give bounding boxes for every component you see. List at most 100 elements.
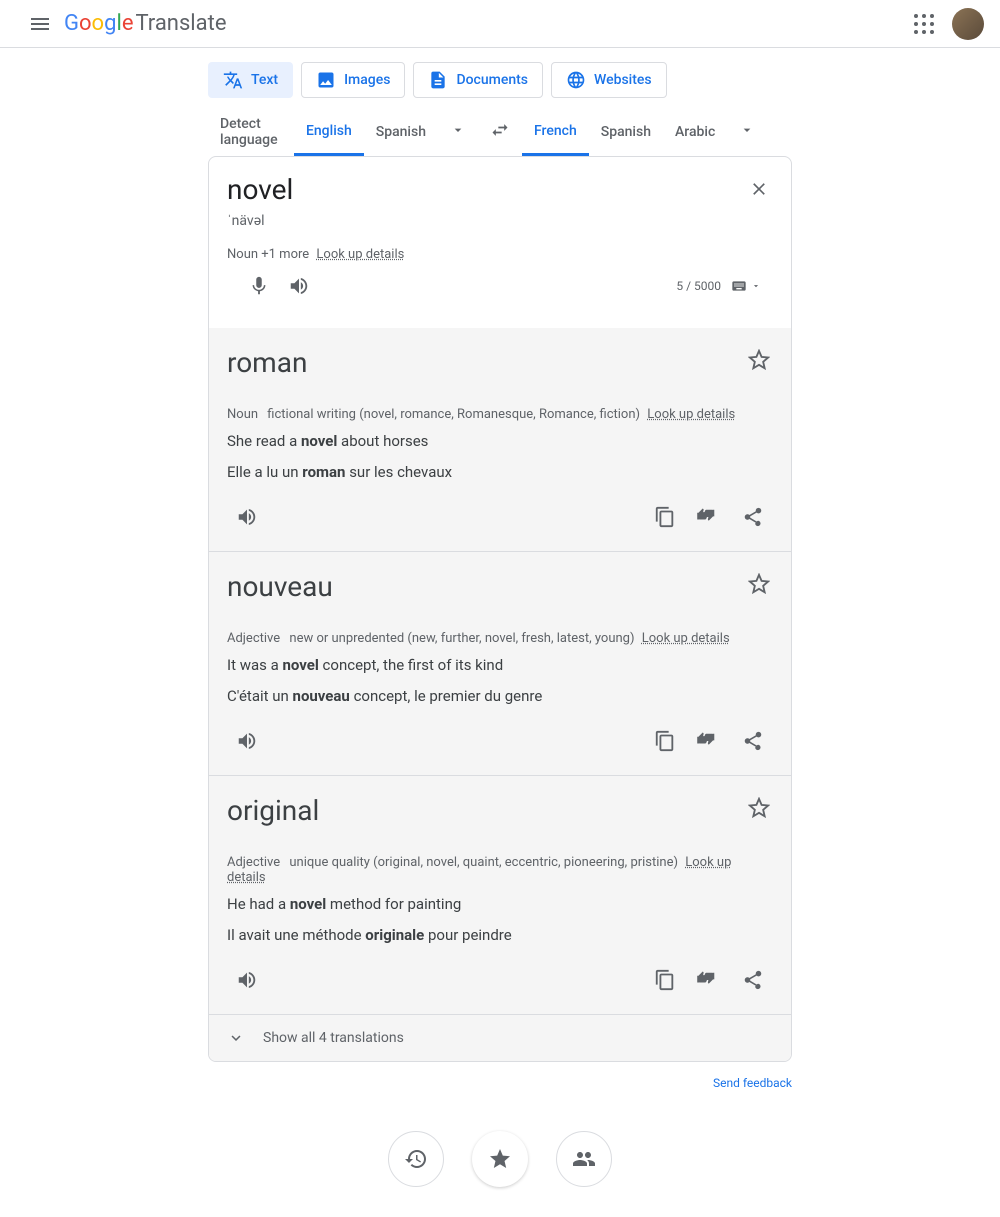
star-outline-icon [748,797,770,819]
source-text-input[interactable]: novel [227,173,773,206]
swap-languages-button[interactable] [478,108,522,156]
keyboard-icon [729,278,749,294]
listen-source-button[interactable] [279,266,319,306]
target-lang-french[interactable]: French [522,108,589,156]
star-icon [488,1147,512,1171]
rate-translation-button[interactable] [689,497,729,537]
send-feedback-link[interactable]: Send feedback [713,1076,792,1090]
source-lang-detect[interactable]: Detect language [208,108,294,156]
source-lang-english[interactable]: English [294,108,364,156]
lookup-details-link[interactable]: Look up details [642,631,730,646]
source-lang-more[interactable] [438,110,478,154]
apps-grid-icon [914,14,934,34]
part-of-speech: Noun [227,407,258,422]
source-lang-spanish[interactable]: Spanish [364,108,438,156]
copy-icon [654,730,676,752]
save-translation-button[interactable] [741,342,777,378]
keyboard-button[interactable] [729,278,761,294]
microphone-icon [248,275,270,297]
source-text-panel: novel ˈnävəl Noun +1 more Look up detail… [209,157,791,328]
share-icon [742,969,764,991]
mode-tab-documents[interactable]: Documents [413,62,543,98]
chevron-down-icon [751,281,761,291]
source-pronunciation: ˈnävəl [227,212,773,229]
image-icon [316,70,336,90]
google-logo-text: Google [64,11,133,36]
character-count: 5 / 5000 [676,279,721,293]
source-pos-summary: Noun +1 more [227,247,309,262]
copy-icon [654,969,676,991]
speaker-icon [236,730,258,752]
definition-text: new or unpredented (new, further, novel,… [289,631,634,646]
definition-text: fictional writing (novel, romance, Roman… [267,407,640,422]
example-english: He had a novel method for painting [227,893,773,916]
people-icon [572,1147,596,1171]
google-translate-logo[interactable]: Google Translate [64,11,226,36]
document-icon [428,70,448,90]
globe-icon [566,70,586,90]
close-icon [749,179,769,199]
history-icon [404,1147,428,1171]
translation-result: original Adjective unique quality (origi… [209,775,791,1014]
copy-translation-button[interactable] [645,497,685,537]
target-lang-arabic[interactable]: Arabic [663,108,727,156]
save-translation-button[interactable] [741,566,777,602]
mode-tab-images-label: Images [344,72,390,88]
copy-icon [654,506,676,528]
swap-icon [490,120,510,140]
clear-source-button[interactable] [741,171,777,207]
hamburger-icon [28,12,52,36]
rate-translation-button[interactable] [689,721,729,761]
listen-translation-button[interactable] [227,721,267,761]
history-button[interactable] [388,1131,444,1187]
translation-word: roman [227,346,773,379]
rate-translation-button[interactable] [689,960,729,1000]
speaker-icon [236,969,258,991]
main-menu-button[interactable] [16,0,64,48]
mode-tab-websites-label: Websites [594,72,652,88]
example-english: She read a novel about horses [227,430,773,453]
copy-translation-button[interactable] [645,721,685,761]
mode-tab-documents-label: Documents [456,72,528,88]
listen-translation-button[interactable] [227,960,267,1000]
example-french: C'était un nouveau concept, le premier d… [227,685,773,708]
show-all-translations-button[interactable]: Show all 4 translations [209,1014,791,1061]
part-of-speech: Adjective [227,855,280,870]
mode-tab-text[interactable]: Text [208,62,293,98]
saved-button[interactable] [472,1131,528,1187]
target-lang-spanish[interactable]: Spanish [589,108,663,156]
translation-result: nouveau Adjective new or unpredented (ne… [209,551,791,775]
translation-result: roman Noun fictional writing (novel, rom… [209,328,791,551]
thumbs-icon [696,507,722,527]
save-translation-button[interactable] [741,790,777,826]
mode-tab-images[interactable]: Images [301,62,405,98]
star-outline-icon [748,349,770,371]
mode-tab-websites[interactable]: Websites [551,62,667,98]
lookup-details-link[interactable]: Look up details [647,407,735,422]
translation-word: nouveau [227,570,773,603]
speaker-icon [288,275,310,297]
target-lang-more[interactable] [727,110,767,154]
example-french: Il avait une méthode originale pour pein… [227,924,773,947]
voice-input-button[interactable] [239,266,279,306]
chevron-down-icon [227,1029,245,1047]
listen-translation-button[interactable] [227,497,267,537]
star-outline-icon [748,573,770,595]
share-translation-button[interactable] [733,721,773,761]
chevron-down-icon [450,122,466,138]
thumbs-icon [696,970,722,990]
source-lookup-link[interactable]: Look up details [316,247,404,262]
share-translation-button[interactable] [733,960,773,1000]
example-french: Elle a lu un roman sur les chevaux [227,461,773,484]
chevron-down-icon [739,122,755,138]
contribute-button[interactable] [556,1131,612,1187]
show-all-label: Show all 4 translations [263,1030,404,1046]
share-translation-button[interactable] [733,497,773,537]
share-icon [742,730,764,752]
part-of-speech: Adjective [227,631,280,646]
copy-translation-button[interactable] [645,960,685,1000]
mode-tab-text-label: Text [251,72,278,88]
account-avatar[interactable] [952,8,984,40]
thumbs-icon [696,731,722,751]
google-apps-button[interactable] [904,4,944,44]
